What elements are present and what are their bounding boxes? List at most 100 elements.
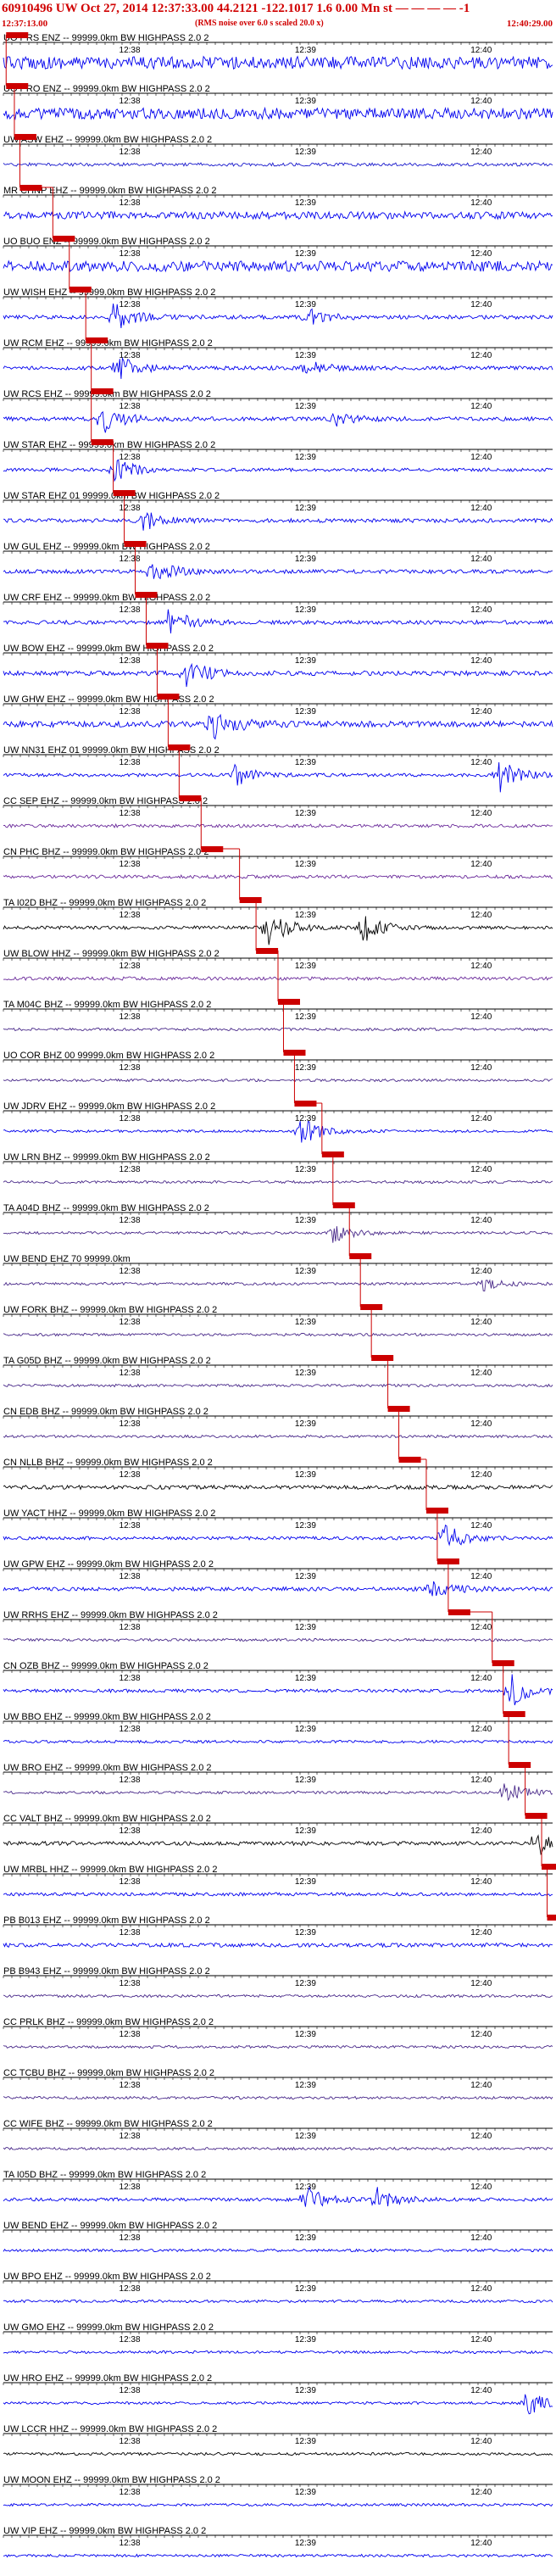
trace-label: UW MOON EHZ -- 99999.0km BW HIGHPASS 2.0…: [3, 2475, 220, 2485]
time-tick-label: 12:39: [295, 249, 316, 259]
time-tick-label: 12:39: [295, 2233, 316, 2243]
trace-label: UW BPO EHZ -- 99999.0km BW HIGHPASS 2.0 …: [3, 2272, 211, 2282]
time-tick-label: 12:40: [470, 300, 492, 309]
time-tick-label: 12:38: [120, 911, 141, 920]
waveform: [3, 1637, 553, 1642]
time-tick-label: 12:39: [295, 707, 316, 716]
trace-label: UW RCM EHZ -- 99999.0km BW HIGHPASS 2.0 …: [3, 338, 213, 348]
waveform: [3, 106, 553, 120]
trace-label: UO BUO ENZ -- 99999.0km BW HIGHPASS 2.0 …: [3, 237, 210, 247]
time-tick-label: 12:38: [120, 1979, 141, 1988]
trace-label: UW BRO EHZ -- 99999.0km BW HIGHPASS 2.0 …: [3, 1763, 212, 1773]
waveform: [3, 210, 553, 220]
trace-label: UW FORK BHZ -- 99999.0km BW HIGHPASS 2.0…: [3, 1305, 217, 1315]
time-tick-label: 12:38: [120, 1521, 141, 1531]
time-tick-label: 12:40: [470, 351, 492, 360]
time-tick-label: 12:40: [470, 2539, 492, 2548]
trace-label: PB B943 EHZ -- 99999.0km BW HIGHPASS 2.0…: [3, 1966, 210, 1977]
time-tick-label: 12:38: [120, 2437, 141, 2446]
waveform: [3, 1120, 553, 1143]
time-tick-label: 12:39: [295, 758, 316, 767]
arrival-marker: [547, 1915, 556, 1921]
time-tick-label: 12:38: [120, 2233, 141, 2243]
waveform: [3, 2553, 553, 2558]
time-tick-label: 12:39: [295, 1979, 316, 1988]
time-tick-label: 12:39: [295, 351, 316, 360]
time-tick-label: 12:39: [295, 2335, 316, 2345]
time-tick-label: 12:38: [120, 1928, 141, 1938]
trace-label: UW BBO EHZ -- 99999.0km BW HIGHPASS 2.0 …: [3, 1712, 211, 1722]
time-tick-label: 12:39: [295, 46, 316, 55]
time-tick-label: 12:39: [295, 1877, 316, 1887]
time-tick-label: 12:40: [470, 962, 492, 971]
time-tick-label: 12:39: [295, 1928, 316, 1938]
time-tick-label: 12:38: [120, 2081, 141, 2090]
trace-label: UW BEND EHZ -- 99999.0km BW HIGHPASS 2.0…: [3, 2221, 217, 2231]
time-tick-label: 12:39: [295, 504, 316, 513]
time-tick-label: 12:40: [470, 2437, 492, 2446]
time-tick-label: 12:38: [120, 1419, 141, 1429]
time-tick-label: 12:39: [295, 1572, 316, 1581]
waveform: [3, 410, 553, 433]
arrival-marker: [91, 388, 114, 394]
time-tick-label: 12:38: [120, 1063, 141, 1073]
time-tick-label: 12:39: [295, 1012, 316, 1022]
time-tick-label: 12:39: [295, 1114, 316, 1124]
waveform: [3, 1226, 553, 1243]
trace-label: CC TCBU BHZ -- 99999.0km BW HIGHPASS 2.0…: [3, 2068, 214, 2078]
time-tick-label: 12:40: [470, 249, 492, 259]
time-tick-label: 12:40: [470, 1419, 492, 1429]
time-tick-label: 12:39: [295, 1521, 316, 1531]
time-tick-label: 12:40: [470, 1776, 492, 1785]
time-tick-label: 12:38: [120, 402, 141, 411]
waveform: [3, 2095, 553, 2100]
time-tick-label: 12:38: [120, 1725, 141, 1734]
time-tick-label: 12:39: [295, 1267, 316, 1276]
waveform: [3, 1484, 553, 1491]
time-tick-label: 12:38: [120, 300, 141, 309]
time-tick-label: 12:38: [120, 1674, 141, 1683]
time-tick-label: 12:39: [295, 1776, 316, 1785]
trace-label: UO PRO ENZ -- 99999.0km BW HIGHPASS 2.0 …: [3, 84, 210, 94]
time-tick-label: 12:40: [470, 2488, 492, 2497]
waveform: [3, 916, 553, 945]
trace-label: TA I02D BHZ -- 99999.0km BW HIGHPASS 2.0…: [3, 898, 206, 908]
time-tick-label: 12:40: [470, 504, 492, 513]
time-tick-label: 12:38: [120, 2030, 141, 2039]
time-tick-label: 12:39: [295, 2183, 316, 2192]
waveform: [3, 2502, 553, 2507]
trace-label: CC SEP EHZ -- 99999.0km BW HIGHPASS 2.0 …: [3, 796, 208, 806]
time-tick-label: 12:38: [120, 46, 141, 55]
waveform: [3, 713, 553, 740]
waveform: [3, 1892, 553, 1897]
time-tick-label: 12:40: [470, 402, 492, 411]
trace-label: UW WISH EHZ -- 99999.0km BW HIGHPASS 2.0…: [3, 287, 215, 298]
waveform: [3, 2248, 553, 2253]
time-tick-label: 12:39: [295, 2132, 316, 2141]
time-tick-label: 12:39: [295, 300, 316, 309]
trace-label: CN OZB BHZ -- 99999.0km BW HIGHPASS 2.0 …: [3, 1661, 208, 1671]
time-tick-label: 12:40: [470, 2183, 492, 2192]
trace-label: UW MRBL HHZ -- 99999.0km BW HIGHPASS 2.0…: [3, 1865, 217, 1875]
trace-label: UO PRS ENZ -- 99999.0km BW HIGHPASS 2.0 …: [3, 33, 208, 43]
time-tick-label: 12:40: [470, 2233, 492, 2243]
waveform: [3, 1581, 553, 1597]
time-tick-label: 12:39: [295, 1826, 316, 1836]
waveform: [3, 1834, 553, 1856]
time-tick-label: 12:39: [295, 2030, 316, 2039]
time-tick-label: 12:39: [295, 1063, 316, 1073]
time-tick-label: 12:38: [120, 504, 141, 513]
trace-label: UW GPW EHZ -- 99999.0km BW HIGHPASS 2.0 …: [3, 1559, 214, 1570]
time-tick-label: 12:39: [295, 656, 316, 666]
time-tick-label: 12:38: [120, 707, 141, 716]
trace-label: UW YACT HHZ -- 99999.0km BW HIGHPASS 2.0…: [3, 1508, 215, 1519]
time-tick-label: 12:38: [120, 249, 141, 259]
time-tick-label: 12:40: [470, 97, 492, 106]
time-tick-label: 12:40: [470, 1012, 492, 1022]
waveform: [3, 1332, 553, 1337]
time-tick-label: 12:40: [470, 1267, 492, 1276]
time-tick-label: 12:40: [470, 148, 492, 157]
waveform: [3, 2044, 553, 2049]
time-tick-label: 12:38: [120, 97, 141, 106]
time-tick-label: 12:40: [470, 1216, 492, 1225]
